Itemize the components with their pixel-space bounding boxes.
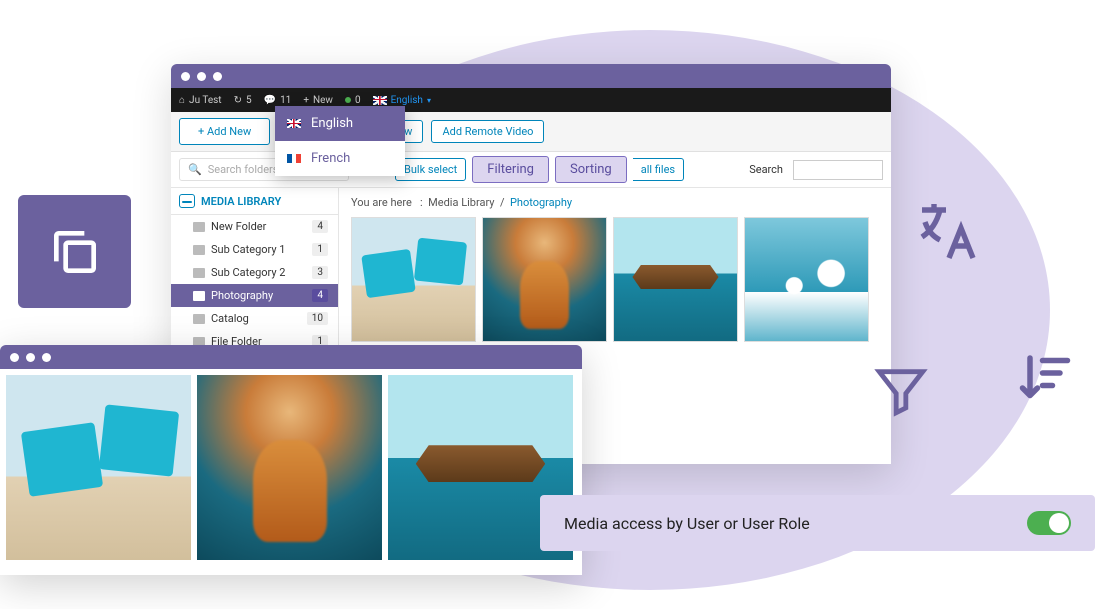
sidebar-folder-item[interactable]: Photography 4: [171, 284, 338, 307]
media-thumbnail[interactable]: [744, 217, 869, 342]
adminbar-site-name: Ju Test: [189, 95, 222, 106]
search-folders-placeholder: Search folders..: [208, 163, 285, 176]
adminbar-notifications-count: 0: [355, 95, 361, 106]
access-toggle-switch[interactable]: [1027, 511, 1071, 535]
folder-name: Sub Category 1: [211, 243, 285, 256]
folder-count-badge: 4: [312, 289, 328, 302]
breadcrumb-prefix: You are here: [351, 196, 412, 209]
breadcrumb-current[interactable]: Photography: [510, 196, 572, 209]
language-option[interactable]: English: [275, 106, 405, 141]
status-dot-icon: [345, 97, 351, 103]
language-option-label: French: [311, 151, 350, 166]
window-titlebar: [171, 64, 891, 88]
window-control-maximize[interactable]: [213, 72, 222, 81]
sidebar-folder-item[interactable]: New Folder 4: [171, 215, 338, 238]
adminbar-notifications[interactable]: 0: [345, 95, 361, 106]
language-option-label: English: [311, 116, 353, 131]
sidebar-folder-item[interactable]: Sub Category 2 3: [171, 261, 338, 284]
breadcrumb: You are here : Media Library / Photograp…: [351, 196, 879, 209]
search-icon: 🔍: [188, 163, 202, 176]
folder-count-badge: 3: [312, 266, 328, 279]
all-files-button[interactable]: all files: [633, 158, 684, 181]
window-control-maximize[interactable]: [42, 353, 51, 362]
add-remote-video-button[interactable]: Add Remote Video: [431, 120, 544, 143]
adminbar-site[interactable]: ⌂ Ju Test: [179, 95, 222, 106]
folder-icon: [193, 291, 205, 301]
sidebar-folder-item[interactable]: Sub Category 1 1: [171, 238, 338, 261]
folder-count-badge: 10: [307, 312, 328, 325]
adminbar-new-label: New: [313, 95, 333, 106]
uk-flag-icon: [287, 119, 301, 128]
adminbar-updates-count: 5: [246, 95, 252, 106]
media-thumbnail[interactable]: [197, 375, 382, 560]
add-new-primary-button[interactable]: + Add New: [179, 118, 270, 145]
refresh-icon: ↻: [234, 95, 242, 106]
window-control-close[interactable]: [181, 72, 190, 81]
sidebar-header-label: MEDIA LIBRARY: [201, 195, 281, 208]
bulk-select-button[interactable]: Bulk select: [395, 158, 466, 181]
window-control-minimize[interactable]: [26, 353, 35, 362]
adminbar-comments-count: 11: [280, 95, 291, 106]
uk-flag-icon: [373, 96, 387, 105]
adminbar-language-switcher[interactable]: English ▾: [373, 95, 431, 106]
filtering-button[interactable]: Filtering: [472, 156, 549, 183]
search-input[interactable]: [793, 160, 883, 180]
folder-icon: [193, 245, 205, 255]
translate-feature-icon: [910, 195, 982, 271]
adminbar-language-label: English: [391, 95, 423, 106]
secondary-titlebar: [0, 345, 582, 369]
folder-icon: [193, 222, 205, 232]
folder-icon: [193, 268, 205, 278]
folder-name: Sub Category 2: [211, 266, 285, 279]
home-icon: ⌂: [179, 95, 185, 106]
adminbar-comments[interactable]: 💬 11: [264, 95, 292, 106]
search-label: Search: [749, 163, 783, 176]
sidebar-folder-item[interactable]: Catalog 10: [171, 307, 338, 330]
adminbar-new[interactable]: + New: [303, 95, 333, 106]
media-thumbnail[interactable]: [6, 375, 191, 560]
sort-icon: [1015, 348, 1075, 408]
library-icon: [179, 194, 195, 208]
copy-feature-card: [18, 195, 131, 308]
chevron-down-icon: ▾: [427, 96, 431, 105]
media-thumbnail[interactable]: [482, 217, 607, 342]
folder-count-badge: 1: [312, 243, 328, 256]
media-thumbnail[interactable]: [613, 217, 738, 342]
folder-name: New Folder: [211, 220, 266, 233]
language-option[interactable]: French: [275, 141, 405, 176]
media-thumbnail[interactable]: [351, 217, 476, 342]
sort-feature-icon: [1015, 348, 1075, 412]
fr-flag-icon: [287, 154, 301, 163]
folder-count-badge: 4: [312, 220, 328, 233]
translate-icon: [910, 195, 982, 267]
access-toggle-label: Media access by User or User Role: [564, 514, 810, 533]
folder-name: Catalog: [211, 312, 249, 325]
language-dropdown: English French: [275, 106, 405, 176]
sorting-button[interactable]: Sorting: [555, 156, 627, 183]
plus-icon: +: [303, 95, 309, 106]
window-control-minimize[interactable]: [197, 72, 206, 81]
window-control-close[interactable]: [10, 353, 19, 362]
access-toggle-card: Media access by User or User Role: [540, 495, 1095, 551]
comment-icon: 💬: [264, 95, 276, 106]
folder-name: Photography: [211, 289, 273, 302]
sidebar-header[interactable]: MEDIA LIBRARY: [171, 188, 338, 215]
funnel-icon: [872, 362, 930, 420]
folder-icon: [193, 314, 205, 324]
breadcrumb-root[interactable]: Media Library: [428, 196, 494, 209]
adminbar-updates[interactable]: ↻ 5: [234, 95, 252, 106]
secondary-window: [0, 345, 582, 575]
copy-icon: [47, 224, 103, 280]
filter-feature-icon: [872, 362, 930, 424]
